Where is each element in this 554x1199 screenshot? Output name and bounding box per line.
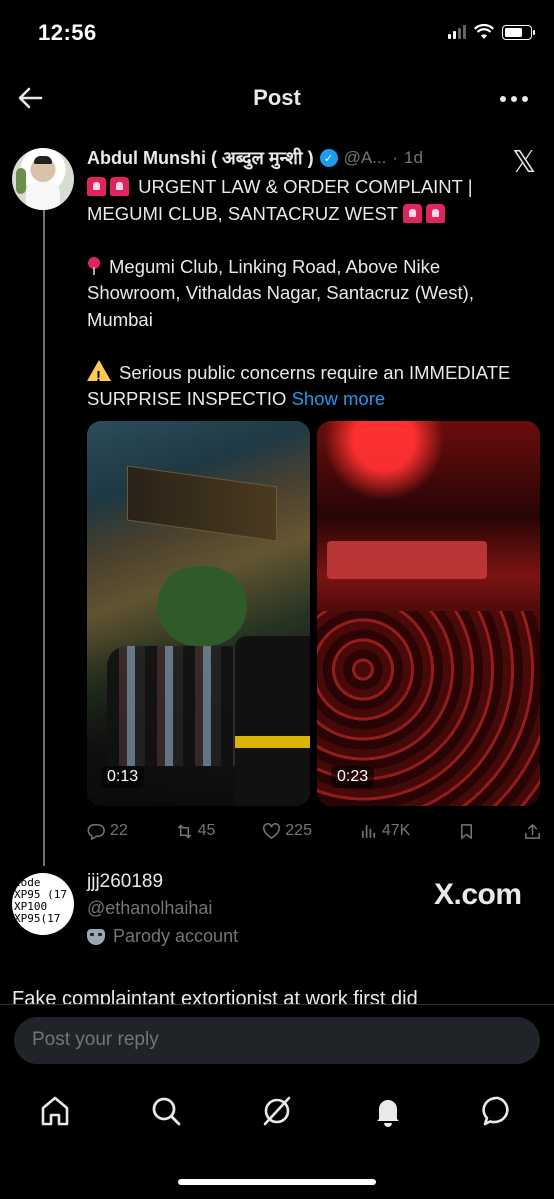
reply-input[interactable]: Post your reply (14, 1017, 540, 1064)
like-count: 225 (285, 822, 312, 839)
search-icon[interactable] (148, 1093, 184, 1129)
siren-icon (87, 177, 106, 196)
post-headline: URGENT LAW & ORDER COMPLAINT | MEGUMI CL… (87, 174, 527, 227)
thread-line (43, 186, 45, 866)
post-location-text: Megumi Club, Linking Road, Above Nike Sh… (87, 255, 474, 330)
video-duration: 0:23 (331, 766, 375, 788)
more-options-icon[interactable] (500, 96, 528, 102)
verified-badge-icon: ✓ (319, 149, 338, 167)
bookmark-icon (461, 823, 473, 839)
warning-icon (87, 359, 111, 390)
watermark: X.com (434, 878, 522, 911)
grok-icon[interactable] (259, 1093, 295, 1129)
heart-icon (263, 822, 281, 839)
parody-mask-icon (87, 928, 105, 945)
show-more-link[interactable]: Show more (292, 388, 386, 409)
video-thumbnail[interactable]: 0:13 (87, 421, 310, 806)
x-logo-icon: 𝕏 (512, 145, 537, 180)
reply-count: 22 (110, 822, 128, 839)
post-location: Megumi Club, Linking Road, Above Nike Sh… (87, 254, 527, 334)
author-handle[interactable]: @A... (344, 148, 387, 168)
messages-icon[interactable] (480, 1093, 516, 1129)
siren-icon (425, 203, 445, 223)
repost-button[interactable]: 45 (175, 822, 216, 841)
repost-icon (177, 824, 191, 838)
reply-button[interactable]: 22 (87, 822, 128, 841)
bookmark-button[interactable] (457, 822, 476, 841)
post-media: 0:13 0:23 (87, 421, 540, 806)
status-time: 12:56 (38, 20, 97, 45)
view-count: 47K (381, 822, 411, 839)
parody-label: Parody account (87, 926, 537, 947)
avatar[interactable]: code XP95 (17 XP100 XP95(17 (12, 873, 74, 935)
like-button[interactable]: 225 (262, 822, 312, 841)
share-icon (525, 823, 540, 839)
top-bar: Post (0, 76, 554, 120)
siren-icon (402, 203, 422, 223)
post: Abdul Munshi ( अब्दुल मुन्शी ) ✓ @A... ·… (87, 145, 537, 413)
views-icon (361, 824, 375, 838)
status-icons (448, 24, 535, 40)
separator: · (392, 148, 399, 167)
battery-icon (502, 24, 535, 40)
repost-count: 45 (197, 822, 216, 839)
post-age: 1d (404, 148, 423, 167)
reply-text: Fake complaintant extortionist at work f… (12, 988, 418, 1004)
reply-icon (87, 823, 105, 840)
author-name[interactable]: Abdul Munshi ( अब्दुल मुन्शी ) (87, 146, 314, 170)
video-thumbnail[interactable]: 0:23 (317, 421, 540, 806)
wifi-icon (474, 24, 494, 39)
post-warning: Serious public concerns require an IMMED… (87, 359, 527, 413)
avatar[interactable] (12, 148, 74, 210)
views-button[interactable]: 47K (359, 822, 410, 841)
page-title: Post (253, 85, 301, 110)
share-button[interactable] (523, 822, 542, 841)
post-author-row: Abdul Munshi ( अब्दुल मुन्शी ) ✓ @A... ·… (87, 145, 537, 171)
pin-icon (87, 256, 101, 275)
video-duration: 0:13 (101, 766, 145, 788)
siren-icon (110, 177, 129, 196)
post-actions: 22 45 225 47K (87, 818, 542, 844)
signal-icon (448, 25, 466, 39)
home-icon[interactable] (37, 1093, 73, 1129)
notifications-icon[interactable] (370, 1093, 406, 1129)
post-text: URGENT LAW & ORDER COMPLAINT | MEGUMI CL… (87, 174, 527, 413)
home-indicator (178, 1179, 376, 1185)
status-bar: 12:56 (0, 0, 554, 66)
parody-label-text: Parody account (113, 926, 239, 946)
